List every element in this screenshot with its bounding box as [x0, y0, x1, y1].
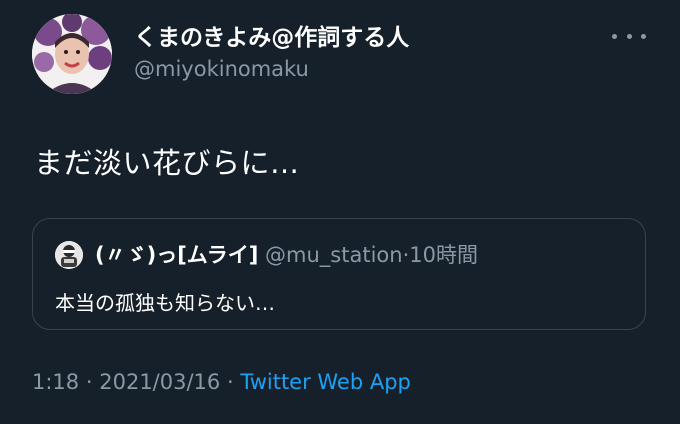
quoted-tweet-card[interactable]: (〃ゞ)っ[ムライ] @mu_station·10時間 本当の孤独も知らない… [32, 218, 646, 330]
quoted-text: 本当の孤独も知らない… [55, 291, 275, 315]
quoted-display-name: (〃ゞ)っ[ムライ] [95, 243, 259, 267]
author-avatar[interactable] [32, 14, 112, 94]
dot [641, 33, 646, 39]
tweet-text: まだ淡い花びらに… [34, 146, 300, 180]
author-handle[interactable]: @miyokinomaku [134, 57, 309, 81]
meta-separator: · [226, 370, 234, 394]
meta-separator: · [85, 370, 93, 394]
quoted-header: (〃ゞ)っ[ムライ] @mu_station·10時間 [95, 241, 478, 269]
tweet-date[interactable]: 2021/03/16 [99, 370, 220, 394]
more-options-icon[interactable] [612, 22, 646, 50]
quoted-avatar [55, 241, 83, 269]
author-display-name[interactable]: くまのきよみ@作詞する人 [134, 18, 409, 52]
quoted-time: 10時間 [409, 243, 478, 267]
dot [626, 33, 632, 39]
user-avatar-icon [32, 14, 112, 94]
tweet-detail: くまのきよみ@作詞する人 @miyokinomaku まだ淡い花びらに… (〃ゞ… [0, 0, 680, 424]
tweet-meta: 1:18 · 2021/03/16 · Twitter Web App [32, 370, 411, 394]
quoted-avatar-icon [55, 241, 83, 269]
tweet-source-link[interactable]: Twitter Web App [240, 370, 411, 394]
dot [612, 33, 617, 39]
tweet-time[interactable]: 1:18 [32, 370, 79, 394]
quoted-handle: @mu_station [265, 243, 403, 267]
